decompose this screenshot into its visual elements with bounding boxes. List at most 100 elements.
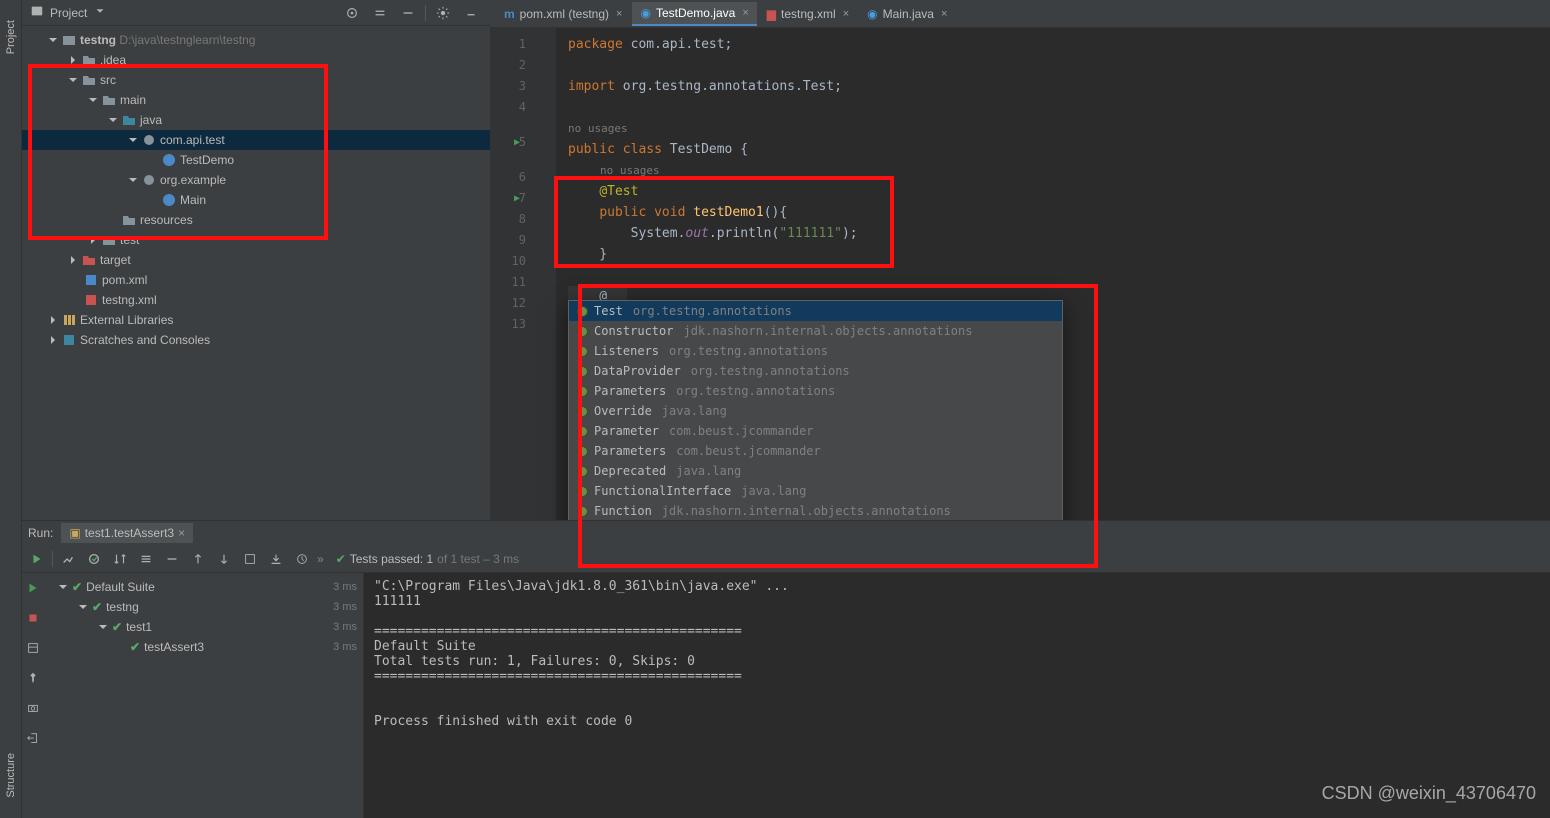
tree-testngxml[interactable]: testng.xml [22,290,490,310]
completion-item[interactable]: FunctionalInterfacejava.lang [569,481,1062,501]
completion-item[interactable]: Constructorjdk.nashorn.internal.objects.… [569,321,1062,341]
tree-pkg-example[interactable]: org.example [22,170,490,190]
annotation-icon [577,306,588,317]
tree-main-cls[interactable]: Main [22,190,490,210]
tree-main[interactable]: main [22,90,490,110]
chevron-down-icon[interactable] [93,4,107,21]
close-icon[interactable]: × [616,8,622,20]
gear-icon[interactable] [432,2,454,24]
run-gutter-icon[interactable]: ▶ [514,188,520,209]
project-icon [30,4,44,21]
tests-passed-tail: of 1 test – 3 ms [437,552,519,566]
excluded-folder-icon [82,253,96,267]
run-config-tab[interactable]: ▣ test1.testAssert3 × [61,523,193,543]
usages-hint: no usages [568,160,1550,181]
tree-ext-lib[interactable]: External Libraries [22,310,490,330]
locate-icon[interactable] [341,2,363,24]
check-icon: ✔ [72,580,82,594]
scratches-icon [62,333,76,347]
maven-icon: m [504,7,515,21]
check-icon: ✔ [336,552,346,566]
expand-icon[interactable] [135,548,157,570]
project-tool-header: Project [22,0,490,26]
completion-item[interactable]: Functionjdk.nashorn.internal.objects.ann… [569,501,1062,520]
console-output[interactable]: "C:\Program Files\Java\jdk1.8.0_361\bin\… [364,573,1550,818]
tree-pom[interactable]: pom.xml [22,270,490,290]
sort-icon[interactable] [109,548,131,570]
completion-item[interactable]: Testorg.testng.annotations [569,301,1062,321]
screenshot-icon[interactable] [22,697,44,719]
gutter[interactable]: 1 2 3 4 5▶ 6 7▶ 8 9 10 11 12 13 [490,28,556,520]
project-title: Project [50,6,87,20]
tree-testdemo[interactable]: TestDemo [22,150,490,170]
toggle-2-icon[interactable] [83,548,105,570]
toggle-1-icon[interactable] [57,548,79,570]
folder-icon [102,93,116,107]
left-tool-strip: Project Structure [0,0,22,818]
annotation-icon [577,426,588,437]
close-icon[interactable]: × [178,526,185,540]
close-icon[interactable]: × [742,7,748,19]
class-icon: ◉ [867,7,877,21]
project-panel: Project testng D:\java\testnglearn\testn… [22,0,490,520]
class-icon: ◉ [640,6,650,20]
tree-java[interactable]: java [22,110,490,130]
divider [425,5,426,21]
export-icon[interactable] [265,548,287,570]
run-toolbar: » ✔ Tests passed: 1 of 1 test – 3 ms [22,545,1550,573]
watermark: CSDN @weixin_43706470 [1322,783,1536,804]
completion-item[interactable]: DataProviderorg.testng.annotations [569,361,1062,381]
project-tab-vertical[interactable]: Project [5,20,17,54]
expand-all-icon[interactable] [369,2,391,24]
completion-item[interactable]: Parametercom.beust.jcommander [569,421,1062,441]
annotation-icon [577,406,588,417]
completion-item[interactable]: Parametersorg.testng.annotations [569,381,1062,401]
run-gutter-icon[interactable]: ▶ [514,132,520,153]
minimize-icon[interactable] [460,2,482,24]
close-icon[interactable]: × [941,8,947,20]
usages-hint: no usages [568,118,1550,139]
module-icon [62,33,76,47]
collapse-icon[interactable] [161,548,183,570]
completion-item[interactable]: Parameterscom.beust.jcommander [569,441,1062,461]
layout-icon[interactable] [22,637,44,659]
xml-icon: ▆ [767,7,776,21]
close-icon[interactable]: × [843,8,849,20]
tab-testngxml[interactable]: ▆testng.xml× [759,2,857,26]
collapse-all-icon[interactable] [397,2,419,24]
structure-tab-vertical[interactable]: Structure [5,753,17,798]
tree-root[interactable]: testng D:\java\testnglearn\testng [22,30,490,50]
code-editor[interactable]: package com.api.test; import org.testng.… [556,28,1550,520]
tree-resources[interactable]: resources [22,210,490,230]
resources-folder-icon [122,213,136,227]
completion-item[interactable]: Overridejava.lang [569,401,1062,421]
tree-test[interactable]: test [22,230,490,250]
completion-item[interactable]: Listenersorg.testng.annotations [569,341,1062,361]
completion-popup[interactable]: Testorg.testng.annotationsConstructorjdk… [568,300,1063,520]
tree-pkg-api[interactable]: com.api.test [22,130,490,150]
tree-scratches[interactable]: Scratches and Consoles [22,330,490,350]
xml-icon [84,293,98,307]
check-icon: ✔ [130,640,140,654]
stop-icon[interactable] [22,607,44,629]
exit-icon[interactable] [22,727,44,749]
tab-testdemo[interactable]: ◉TestDemo.java× [632,2,756,26]
rerun-icon[interactable] [26,548,48,570]
tab-main[interactable]: ◉Main.java× [859,2,955,26]
pin-icon[interactable] [22,667,44,689]
editor-area: mpom.xml (testng)× ◉TestDemo.java× ▆test… [490,0,1550,520]
rerun-failed-icon[interactable] [22,577,44,599]
history-icon[interactable] [291,548,313,570]
tree-target[interactable]: target [22,250,490,270]
import-icon[interactable] [239,548,261,570]
run-panel: Run: ▣ test1.testAssert3 × » ✔ Tests pas… [22,520,1550,818]
project-tree[interactable]: testng D:\java\testnglearn\testng .idea … [22,26,490,520]
src-folder-icon [122,113,136,127]
next-icon[interactable] [213,548,235,570]
tree-src[interactable]: src [22,70,490,90]
tab-pom[interactable]: mpom.xml (testng)× [496,2,630,26]
prev-icon[interactable] [187,548,209,570]
tree-idea[interactable]: .idea [22,50,490,70]
completion-item[interactable]: Deprecatedjava.lang [569,461,1062,481]
test-results-tree[interactable]: ✔Default Suite3 ms ✔testng3 ms ✔test13 m… [44,573,364,818]
